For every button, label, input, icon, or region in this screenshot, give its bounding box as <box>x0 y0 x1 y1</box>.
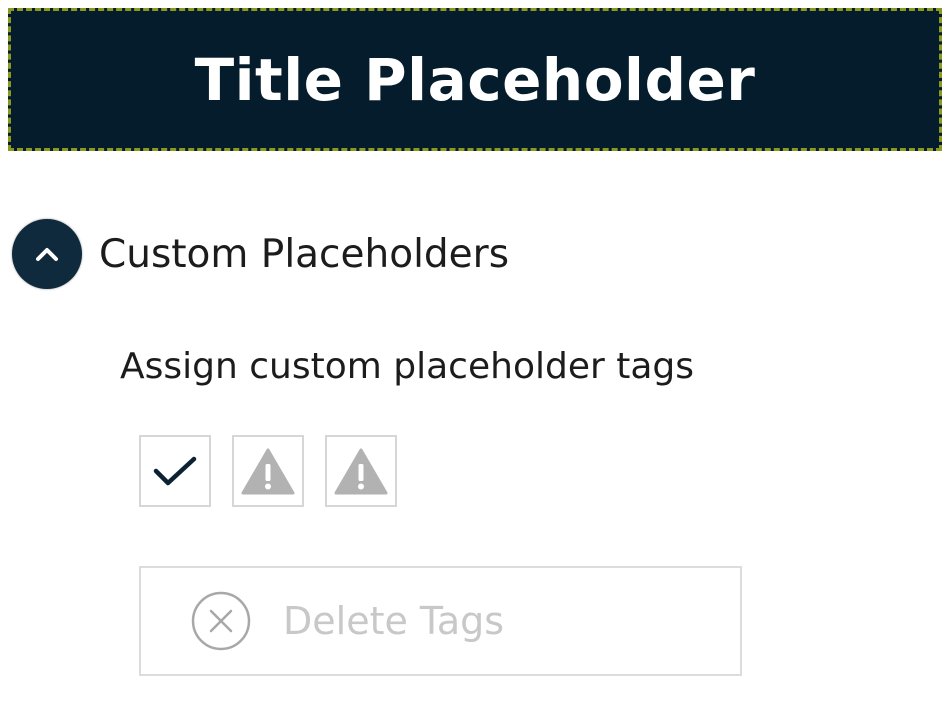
chevron-up-icon <box>36 248 58 261</box>
tag-checkbox-warning[interactable] <box>325 435 397 507</box>
checkmark-icon <box>153 456 197 486</box>
warning-icon <box>334 448 388 495</box>
assign-tags-label: Assign custom placeholder tags <box>120 346 694 387</box>
page: Title Placeholder Custom Placeholders As… <box>0 0 949 711</box>
custom-placeholders-header[interactable]: Custom Placeholders <box>12 219 509 289</box>
delete-tags-label: Delete Tags <box>283 599 505 643</box>
delete-tags-button[interactable]: Delete Tags <box>139 566 742 676</box>
collapse-toggle-button[interactable] <box>12 219 82 289</box>
tag-checkbox-warning[interactable] <box>232 435 304 507</box>
circle-x-icon <box>190 590 252 652</box>
warning-icon <box>241 448 295 495</box>
tag-checkbox-checked[interactable] <box>139 435 211 507</box>
title-placeholder[interactable]: Title Placeholder <box>8 8 942 151</box>
title-placeholder-text: Title Placeholder <box>194 45 756 114</box>
section-label: Custom Placeholders <box>99 231 510 277</box>
